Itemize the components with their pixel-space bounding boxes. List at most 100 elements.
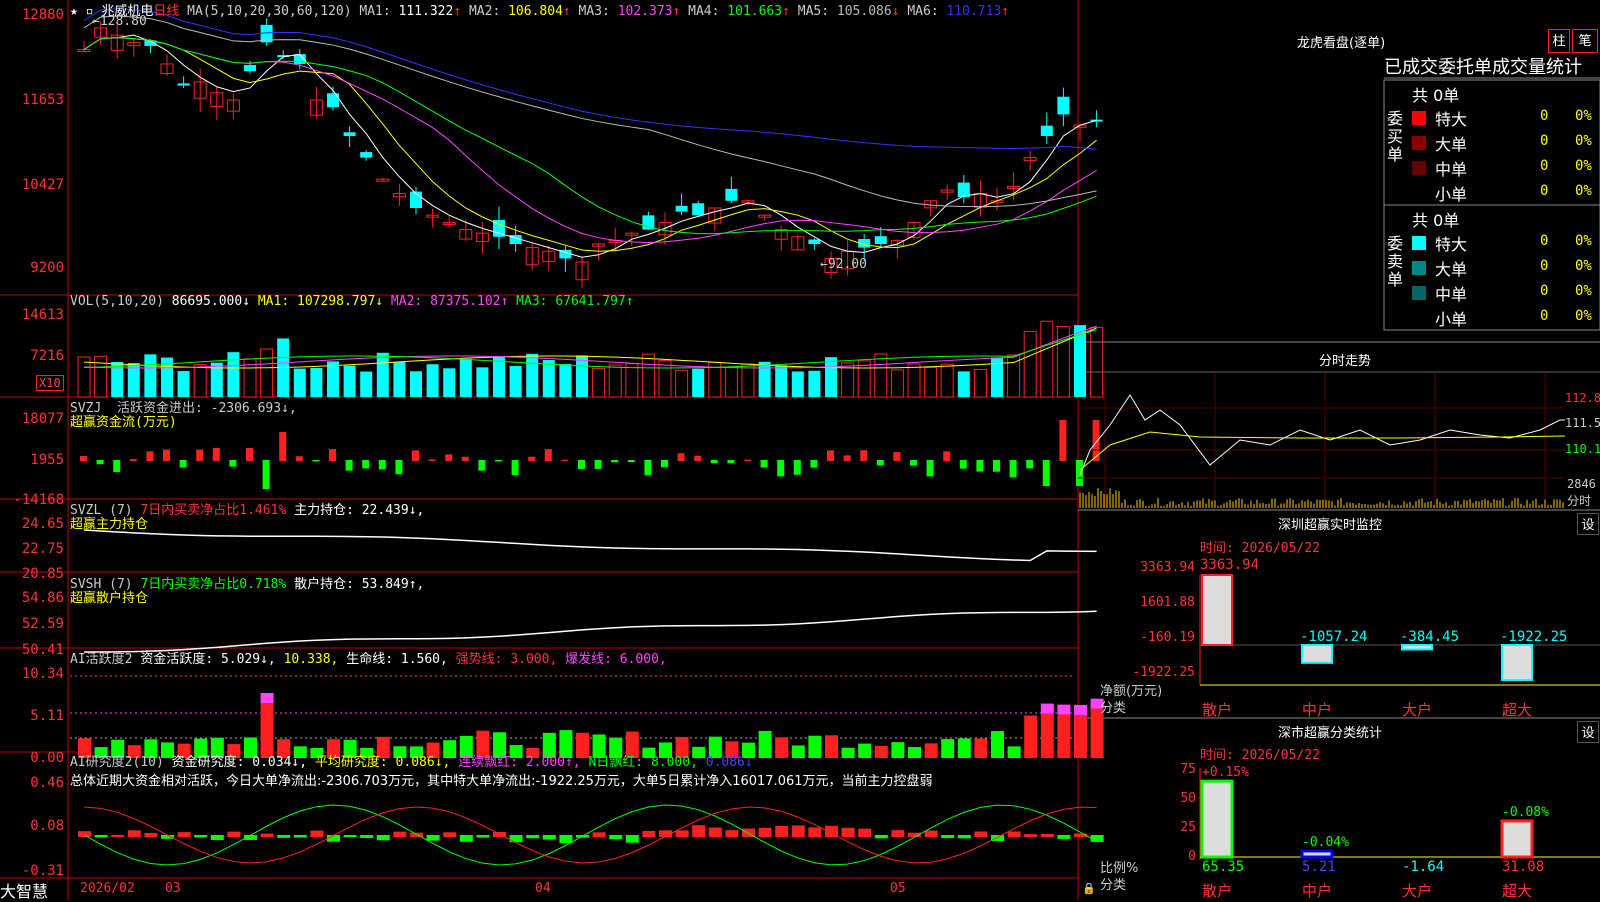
sz-class-cat-3: 超大 xyxy=(1502,882,1533,900)
ai-active-bar xyxy=(991,731,1004,758)
ai-research-bar xyxy=(94,835,108,838)
lock-icon[interactable]: 🔒 xyxy=(1082,882,1096,895)
svzj-bar xyxy=(80,456,87,461)
lhb-buy-row-p-3: 0% xyxy=(1575,183,1592,199)
ai-research-bar xyxy=(675,830,689,837)
sz-class-settings-button[interactable]: 设 xyxy=(1577,721,1599,743)
lhb-sell-row-name-1: 大单 xyxy=(1435,260,1468,279)
ai-research-bar xyxy=(708,827,722,837)
vol-bar xyxy=(459,358,472,397)
intraday-tick-0: 112.8 xyxy=(1565,391,1600,405)
lhb-tick-button[interactable]: 笔 xyxy=(1572,29,1598,53)
svzl_panel-ytick-0: 24.65 xyxy=(21,516,64,532)
sz-monitor-bar-3 xyxy=(1501,644,1533,681)
svsh_panel-ytick-2: 50.41 xyxy=(21,642,64,658)
ai-research-bar xyxy=(459,835,473,842)
candle-down xyxy=(1040,125,1053,136)
svzj-bar xyxy=(926,460,934,477)
vol-bar xyxy=(559,364,572,397)
svzj-bar xyxy=(578,460,585,469)
vol-bar xyxy=(775,365,788,397)
vol-bar xyxy=(493,357,505,397)
ma-name-3: MA4: xyxy=(680,4,728,19)
x-axis-label-2: 04 xyxy=(535,881,551,896)
svzj-bar xyxy=(478,460,486,471)
ma-value-5: 110.713 xyxy=(946,4,1002,19)
price-header: ★ ▫ 兆威机电日线 MA(5,10,20,30,60,120) MA1: 11… xyxy=(70,0,1009,19)
lhb-sell-row-name-0: 特大 xyxy=(1435,235,1468,254)
ai-research-bar xyxy=(144,832,158,837)
vol-value: 86695.000↓ xyxy=(171,294,251,309)
favorite-icon[interactable]: ★ ▫ xyxy=(70,4,93,19)
svzj-bar xyxy=(412,450,419,461)
ai-active-b: 10.338, xyxy=(283,652,339,667)
ma-name-5: MA6: xyxy=(899,4,947,19)
ma-label: MA(5,10,20,30,60,120) xyxy=(187,4,352,19)
vol-bar xyxy=(692,368,705,397)
ai-research-bar xyxy=(974,831,988,837)
svzj-bar xyxy=(445,454,453,461)
price_panel-ytick-0: 12880 xyxy=(21,7,64,23)
ai-active-bar xyxy=(808,735,822,758)
intraday-tick-2: 110.1 xyxy=(1565,442,1600,456)
svzj-bar xyxy=(212,448,220,461)
ai-research-bar xyxy=(874,835,888,839)
svsh-ratio: 7日内买卖净占比0.718% xyxy=(140,577,287,592)
candle-down xyxy=(177,83,190,86)
vol-ma-value-0: 107298.797↓ xyxy=(297,294,384,309)
vol-bar xyxy=(592,367,606,398)
lhb-bar-button[interactable]: 柱 xyxy=(1548,29,1570,53)
ai-active-bar xyxy=(1040,713,1054,758)
vol-bar xyxy=(724,366,738,398)
lhb-buy-row-v-3: 0 xyxy=(1540,183,1549,199)
svzj-bar xyxy=(611,460,619,463)
ai-research-bar xyxy=(1057,835,1071,839)
sz-class-value-1: 5.21 xyxy=(1302,859,1336,875)
vol-ma-name-2: MA3: xyxy=(508,294,556,309)
ai-research-summary: 总体近期大资金相对活跃，今日大单净流出:-2306.703万元，其中特大单净流出… xyxy=(70,774,933,789)
vol-bar xyxy=(111,361,124,397)
svzj-bar xyxy=(1042,460,1050,486)
sz-monitor-settings-button[interactable]: 设 xyxy=(1577,513,1599,535)
ai-active-header: AI活跃度2 资金活跃度: 5.029↓, 10.338, 生命线: 1.560… xyxy=(70,648,667,667)
svzj-bar xyxy=(395,460,403,475)
vol-bar xyxy=(658,360,672,398)
ai-active-bar xyxy=(758,730,772,758)
svzj-bar xyxy=(694,455,702,461)
ai_active-ytick-2: 0.00 xyxy=(30,750,64,766)
lhb-buy-row-v-2: 0 xyxy=(1540,158,1549,174)
vol-bar xyxy=(260,348,274,398)
ai-active-bar xyxy=(924,743,938,758)
sz-class-cat-1: 中户 xyxy=(1302,882,1333,900)
vol-bar xyxy=(343,365,356,397)
vol-unit-badge[interactable]: X10 xyxy=(36,375,64,391)
sz-monitor-ytick-2: -160.19 xyxy=(1140,630,1195,645)
svsh_panel-ytick-1: 52.59 xyxy=(21,616,64,632)
period-label[interactable]: 日线 xyxy=(153,4,179,19)
ai-research-bar xyxy=(443,832,457,837)
low-note: ←92.00 xyxy=(820,257,867,272)
ai-research-bar xyxy=(227,831,241,837)
ai-research-bar xyxy=(111,834,125,837)
ai-active-bar xyxy=(1024,715,1038,758)
ai-research-bar xyxy=(775,826,789,837)
sz-monitor-cat-2: 大户 xyxy=(1402,701,1433,719)
ma-value-3: 101.663 xyxy=(727,4,783,19)
vol-bar xyxy=(227,352,240,397)
svzj-bar xyxy=(279,432,287,461)
ai-research-bar xyxy=(177,832,191,837)
svzj-bar xyxy=(146,451,154,461)
svzj-bar xyxy=(810,460,818,468)
candle-down xyxy=(874,236,887,244)
ai-research-bar xyxy=(327,835,340,842)
vol-bar xyxy=(625,363,639,398)
ai-research-bar xyxy=(725,830,739,837)
ma-name-2: MA3: xyxy=(570,4,618,19)
vol-ma-name-1: MA2: xyxy=(383,294,431,309)
lhb-sell-row-name-3: 小单 xyxy=(1435,310,1468,329)
svzj-bar xyxy=(727,460,735,464)
sz-monitor-bar-1 xyxy=(1301,644,1333,664)
ma-arrow-0: ↑ xyxy=(453,4,462,19)
sz-class-ytick-0: 75 xyxy=(1180,762,1196,777)
ai-research-bar xyxy=(1007,831,1021,837)
